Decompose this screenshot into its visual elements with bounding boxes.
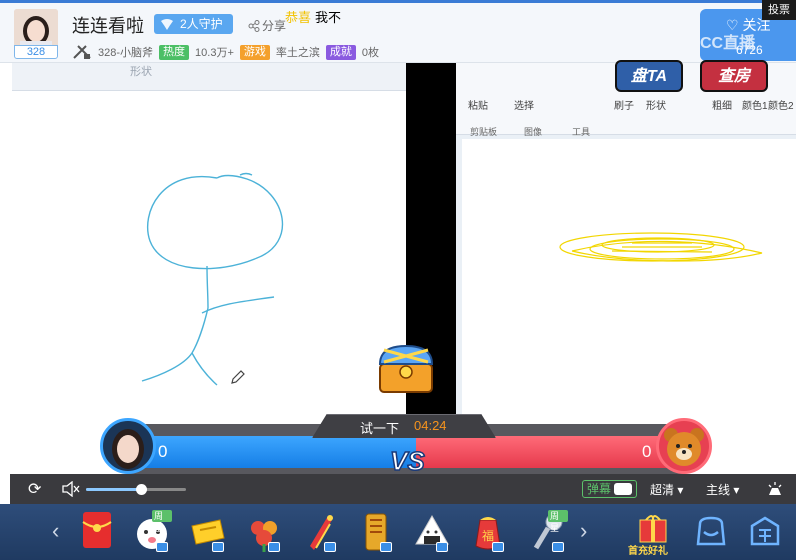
tools-icon (73, 45, 91, 59)
ribbon-item: 颜色2 (768, 101, 794, 112)
light-icon[interactable] (766, 480, 784, 498)
quality-select[interactable]: 超清 ▾ (650, 481, 683, 498)
vs-label: VS (390, 446, 425, 476)
ribbon-item: 选择 (514, 101, 534, 112)
pk-left-avatar[interactable] (100, 418, 156, 474)
cc-icon (436, 542, 448, 552)
pk-try-label[interactable]: 试一下 (360, 418, 399, 437)
room-header: 328 连连看啦 2人守护 分享 328-小脑斧 热度 10.3万+ 游戏 率土… (0, 3, 796, 63)
ribbon-group: 工具 (572, 127, 591, 137)
pencil-icon (231, 370, 245, 384)
cha-fang-button[interactable]: 查房 (700, 60, 768, 92)
danmu-switch[interactable] (614, 483, 633, 495)
cc-icon (492, 542, 504, 552)
vs-icon: VS (389, 445, 426, 476)
chevron-left-icon[interactable]: ‹ (52, 518, 59, 544)
pan-ta-button[interactable]: 盘TA (615, 60, 683, 92)
volume-fill (86, 488, 141, 491)
bear-icon (664, 428, 704, 466)
wings-icon (161, 19, 173, 30)
ribbon-item: 粘贴 (468, 101, 488, 112)
volume-knob[interactable] (136, 484, 147, 495)
achievement-value: 0枚 (361, 47, 379, 59)
pk-timer-tab (312, 414, 496, 438)
refresh-icon[interactable]: ⟳ (28, 479, 41, 499)
pk-left-score: 0 (158, 442, 168, 461)
svg-text:福: 福 (482, 528, 494, 543)
gift-rocket[interactable] (300, 510, 340, 554)
weekly-star-badge: 周星 (548, 510, 568, 533)
share-label: 分享 (262, 19, 287, 33)
gift-golden-scroll[interactable] (356, 510, 396, 554)
mute-icon[interactable] (62, 481, 80, 497)
cc-icon (324, 542, 336, 552)
gift-cute-face[interactable]: 周星 (132, 510, 172, 554)
ribbon-group: 图像 (524, 127, 543, 137)
shop-icon[interactable] (748, 514, 782, 548)
guard-button[interactable]: 2人守护 (154, 14, 233, 34)
congrats-highlight: 恭喜 (285, 10, 312, 25)
cc-icon (380, 542, 392, 552)
heat-value: 10.3万+ (195, 47, 234, 59)
weekly-star-badge: 周星 (152, 510, 172, 533)
gift-bar: ‹ 周星 福 周星 › 首充好礼 (0, 504, 796, 560)
achievement-tag[interactable]: 成就 (325, 44, 356, 60)
gift-red-envelope[interactable] (80, 510, 120, 554)
gift-ticket[interactable] (188, 510, 228, 554)
gift-flower[interactable] (244, 510, 284, 554)
category-tag[interactable]: 游戏 (239, 44, 270, 60)
first-charge-button[interactable]: 首充好礼 (628, 512, 678, 557)
gift-lucky-bag[interactable]: 福 (468, 510, 508, 554)
guard-label: 2人守护 (180, 17, 223, 31)
congrats-text: 我不 (315, 10, 342, 25)
first-charge-label: 首充好礼 (628, 546, 668, 557)
congrats-ticker: 恭喜 我不 (285, 7, 341, 26)
gift-microphone[interactable]: 周星 (528, 510, 568, 554)
pk-right-avatar[interactable] (656, 418, 712, 474)
backpack-icon[interactable] (694, 514, 728, 548)
pk-timer: 04:24 (414, 418, 447, 433)
cc-icon (156, 542, 168, 552)
fans-count: 328 (14, 45, 58, 59)
cc-icon (552, 542, 564, 552)
volume-slider[interactable] (86, 484, 186, 495)
anchor-avatar[interactable] (14, 9, 58, 47)
share-icon (248, 20, 260, 32)
ribbon-item: 形状 (646, 101, 666, 112)
player-controls: ⟳ 弹幕 超清 ▾ 主线 ▾ (10, 474, 796, 504)
gift-rice-ball[interactable] (412, 510, 452, 554)
chevron-right-icon[interactable]: › (580, 518, 587, 544)
treasure-chest-icon[interactable] (374, 342, 438, 396)
danmu-label: 弹幕 (587, 482, 612, 496)
ribbon-item: 刷子 (614, 101, 634, 112)
share-button[interactable]: 分享 (248, 17, 286, 34)
ribbon-item: 粗细 (712, 101, 732, 112)
ribbon-group: 剪贴板 (470, 127, 498, 137)
cc-icon (268, 542, 280, 552)
heat-tag: 热度 (159, 44, 190, 60)
pk-battle-bar: 试一下 04:24 0 0 VS (94, 414, 718, 478)
room-meta: 328-小脑斧 热度 10.3万+ 游戏 率土之滨 成就 0枚 (72, 43, 379, 61)
danmu-toggle[interactable]: 弹幕 (582, 480, 638, 498)
category-value[interactable]: 率土之滨 (276, 44, 320, 60)
ribbon-item: 颜色1 (742, 101, 768, 112)
pk-right-score: 0 (642, 442, 652, 461)
line-select[interactable]: 主线 ▾ (706, 481, 739, 498)
cc-watermark: CC直播 (700, 35, 756, 52)
gift-box-icon (639, 515, 667, 543)
vote-button[interactable]: 投票 (762, 0, 796, 20)
cc-icon (212, 542, 224, 552)
room-title: 连连看啦 (72, 16, 144, 36)
anchor-id: 328-小脑斧 (98, 47, 154, 59)
